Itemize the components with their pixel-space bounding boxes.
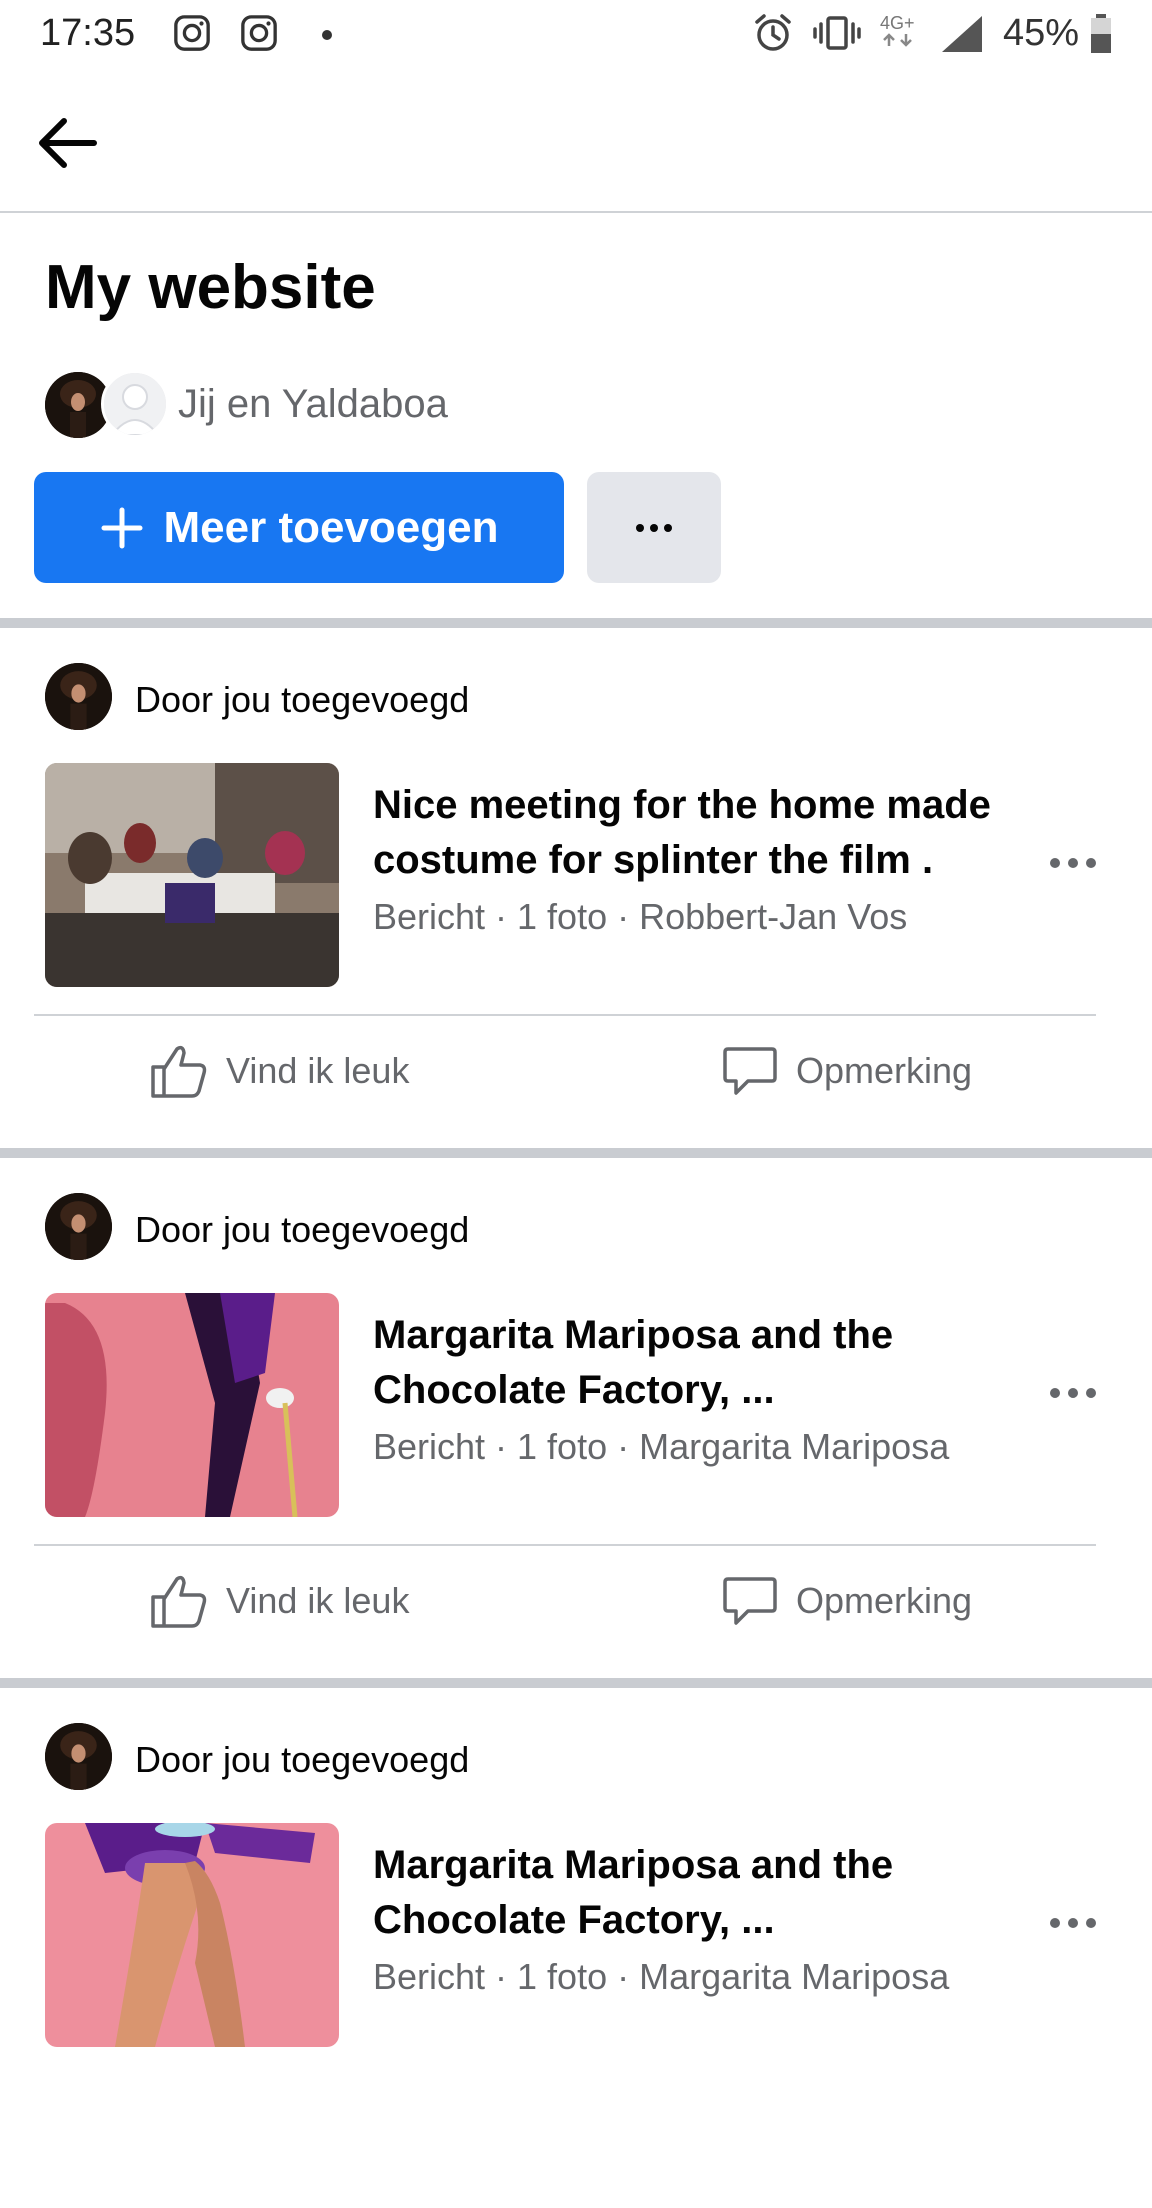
status-time: 17:35 [40, 12, 136, 54]
page-title: My website [45, 253, 376, 322]
signal-icon [942, 16, 982, 52]
saved-item-card: Door jou toegevoegd Nice meeting for the… [0, 628, 1152, 1148]
saved-item-card: Door jou toegevoegd Margarita Mariposa a… [0, 1158, 1152, 1678]
item-options-button[interactable] [1040, 1903, 1106, 1943]
more-horizontal-icon [1050, 1918, 1096, 1928]
section-separator [0, 1148, 1152, 1158]
thumbs-up-icon [151, 1575, 207, 1628]
arrow-left-icon [39, 118, 97, 168]
post-title[interactable]: Margarita Mariposa and the Chocolate Fac… [373, 1838, 1033, 1948]
item-options-button[interactable] [1040, 1373, 1106, 1413]
post-thumbnail[interactable] [45, 1823, 339, 2047]
post-meta: Bericht · 1 foto · Margarita Mariposa [373, 1426, 950, 1467]
post-meta: Bericht · 1 foto · Margarita Mariposa [373, 1956, 950, 1997]
more-options-button[interactable] [587, 472, 721, 583]
more-horizontal-icon [1050, 858, 1096, 868]
post-photo [45, 1293, 339, 1517]
avatar[interactable] [45, 1193, 112, 1260]
item-options-button[interactable] [1040, 843, 1106, 883]
post-thumbnail[interactable] [45, 763, 339, 987]
added-by-text: Door jou toegevoegd [135, 1209, 470, 1250]
avatar[interactable] [45, 663, 112, 730]
more-horizontal-icon [636, 523, 672, 532]
status-bar: 17:35 4G+ 45% [0, 0, 1152, 70]
post-thumbnail[interactable] [45, 1293, 339, 1517]
instagram-icon [241, 15, 277, 51]
thumbs-up-icon [151, 1045, 207, 1098]
app-bar [0, 70, 1152, 213]
notification-dot-icon [322, 30, 332, 40]
instagram-icon [174, 15, 210, 51]
back-button[interactable] [34, 110, 100, 176]
like-button[interactable]: Vind ik leuk [150, 1036, 409, 1106]
like-button[interactable]: Vind ik leuk [150, 1566, 409, 1636]
vibrate-icon [813, 16, 861, 50]
post-title[interactable]: Nice meeting for the home made costume f… [373, 778, 1033, 888]
added-by-text: Door jou toegevoegd [135, 679, 470, 720]
members-text[interactable]: Jij en Yaldaboa [178, 382, 448, 427]
battery-percent: 45% [1003, 12, 1080, 54]
added-by-text: Door jou toegevoegd [135, 1739, 470, 1780]
section-separator [0, 618, 1152, 628]
battery-icon [1091, 14, 1111, 53]
comment-icon [723, 1047, 777, 1095]
user-placeholder-icon [104, 373, 166, 435]
post-photo [45, 1823, 339, 2047]
comment-button[interactable]: Opmerking [722, 1036, 972, 1106]
avatar-image [45, 663, 112, 730]
avatar[interactable] [45, 1723, 112, 1790]
divider [34, 1544, 1096, 1546]
comment-icon [723, 1577, 777, 1625]
comment-button[interactable]: Opmerking [722, 1566, 972, 1636]
plus-icon [101, 507, 142, 548]
avatar-placeholder[interactable] [101, 370, 169, 438]
post-meta: Bericht · 1 foto · Robbert-Jan Vos [373, 896, 908, 937]
divider [34, 1014, 1096, 1016]
data-arrows-icon [883, 33, 912, 47]
post-photo [45, 763, 339, 987]
avatar-image [45, 1723, 112, 1790]
more-horizontal-icon [1050, 1388, 1096, 1398]
avatar-image [45, 1193, 112, 1260]
section-separator [0, 1678, 1152, 1688]
alarm-icon [755, 14, 791, 51]
network-type: 4G+ [880, 14, 924, 54]
saved-item-card: Door jou toegevoegd Margarita Mariposa a… [0, 1688, 1152, 2208]
add-more-button[interactable]: Meer toevoegen [34, 472, 564, 583]
post-title[interactable]: Margarita Mariposa and the Chocolate Fac… [373, 1308, 1033, 1418]
